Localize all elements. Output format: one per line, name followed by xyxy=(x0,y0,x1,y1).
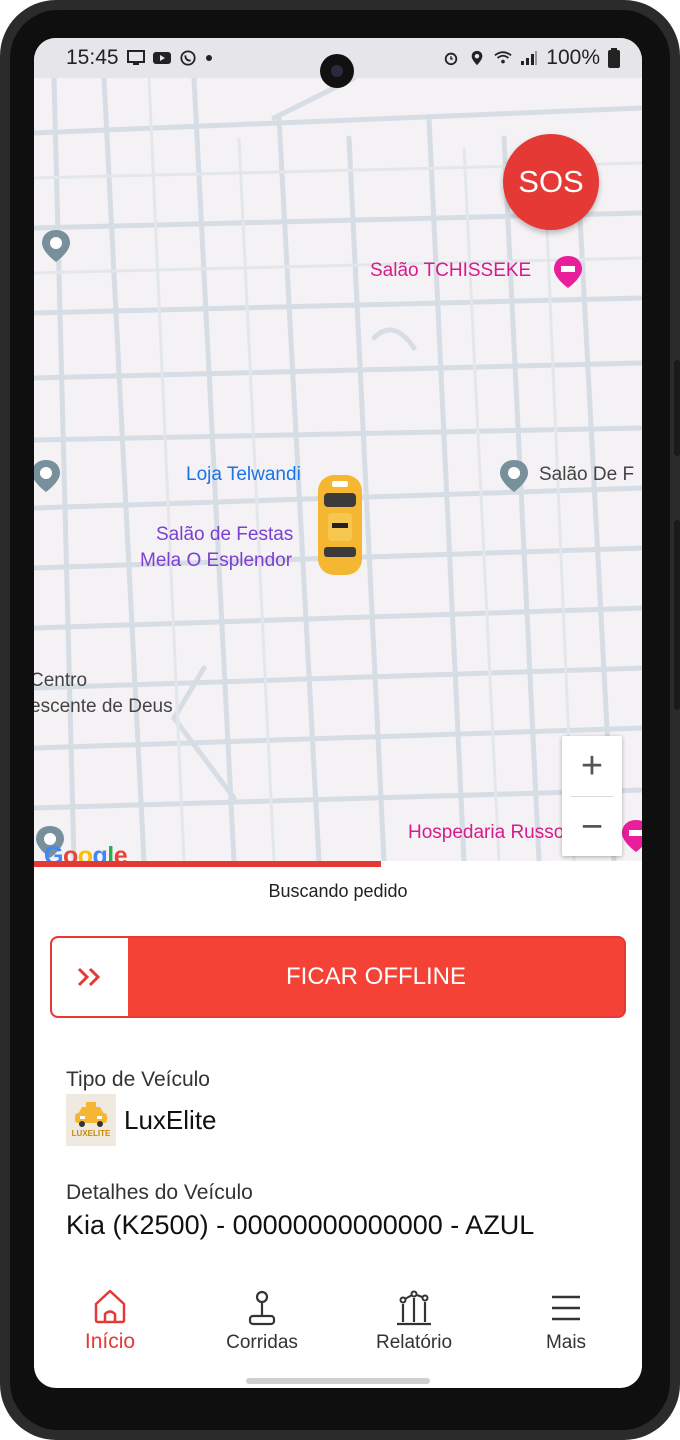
menu-icon xyxy=(552,1295,580,1321)
side-button xyxy=(674,520,680,710)
battery-icon xyxy=(608,48,620,68)
go-offline-slider[interactable]: FICAR OFFLINE xyxy=(50,936,626,1018)
poi-label[interactable]: Salão de Festas xyxy=(156,524,293,546)
vehicle-details-value: Kia (K2500) - 00000000000000 - AZUL xyxy=(66,1210,535,1240)
front-camera xyxy=(320,54,354,88)
alarm-icon xyxy=(445,52,458,66)
taxi-car-icon xyxy=(318,475,362,575)
double-chevron-right-icon xyxy=(77,967,101,987)
sos-button[interactable]: SOS xyxy=(503,134,599,230)
google-attribution: Google xyxy=(44,842,128,861)
bottom-nav: Início Corridas Relatório Mais xyxy=(34,1276,642,1368)
nav-item-inicio[interactable]: Início xyxy=(34,1276,186,1368)
volume-button xyxy=(674,360,680,456)
vehicle-type-name: LuxElite xyxy=(124,1104,217,1135)
luxelite-logo: LUXELITE xyxy=(66,1094,116,1146)
poi-label[interactable]: Centro xyxy=(34,670,87,692)
nav-label: Relatório xyxy=(375,1332,453,1353)
poi-label[interactable]: escente de Deus xyxy=(34,696,173,718)
status-time: 15:45 xyxy=(66,46,119,69)
nav-item-mais[interactable]: Mais xyxy=(490,1276,642,1368)
hotel-pin-icon[interactable] xyxy=(550,254,586,290)
map-pin-icon[interactable] xyxy=(34,458,64,494)
battery-percent: 100% xyxy=(546,46,600,69)
searching-status: Buscando pedido xyxy=(268,881,408,901)
whatsapp-icon xyxy=(180,50,196,66)
signal-icon xyxy=(521,51,538,65)
map-view[interactable]: Salão TCHISSEKE Loja Telwandi Salão De F… xyxy=(34,78,642,861)
nav-label: Corridas xyxy=(226,1332,298,1353)
zoom-out-button[interactable]: − xyxy=(562,797,622,857)
home-indicator[interactable] xyxy=(246,1378,430,1384)
joystick-icon xyxy=(248,1290,276,1326)
phone-frame: 15:45 100% Salão TCHISSEKE Loja Telwandi… xyxy=(0,0,680,1440)
poi-label[interactable]: Loja Telwandi xyxy=(186,464,301,486)
map-pin-icon[interactable] xyxy=(496,458,532,494)
wifi-icon xyxy=(494,51,512,64)
search-progress-bar xyxy=(34,861,642,867)
vehicle-type: LUXELITE LuxElite xyxy=(66,1094,217,1146)
map-pin-icon[interactable] xyxy=(38,228,74,264)
poi-label[interactable]: Salão TCHISSEKE xyxy=(370,260,531,282)
screen: 15:45 100% Salão TCHISSEKE Loja Telwandi… xyxy=(34,38,642,1388)
report-icon xyxy=(397,1290,431,1326)
slider-handle[interactable] xyxy=(52,938,128,1016)
vehicle-details-label: Detalhes do Veículo xyxy=(66,1181,253,1204)
taxi-logo-icon xyxy=(75,1102,107,1127)
home-icon xyxy=(94,1289,126,1324)
youtube-icon xyxy=(152,52,171,64)
poi-label[interactable]: Salão De F xyxy=(539,464,634,486)
zoom-in-button[interactable]: + xyxy=(562,736,622,796)
nav-label: Início xyxy=(84,1330,136,1353)
zoom-controls: + − xyxy=(562,736,622,856)
vehicle-type-label: Tipo de Veículo xyxy=(66,1068,210,1091)
go-offline-label: FICAR OFFLINE xyxy=(285,963,466,990)
monitor-icon xyxy=(126,50,145,65)
nav-label: Mais xyxy=(545,1332,587,1353)
nav-item-relatorio[interactable]: Relatório xyxy=(338,1276,490,1368)
nav-item-corridas[interactable]: Corridas xyxy=(186,1276,338,1368)
poi-label[interactable]: Mela O Esplendor xyxy=(140,550,292,572)
search-progress-fill xyxy=(34,861,381,867)
location-icon xyxy=(471,50,483,66)
dot-icon xyxy=(205,55,212,61)
luxelite-logo-text: LUXELITE xyxy=(71,1129,111,1138)
